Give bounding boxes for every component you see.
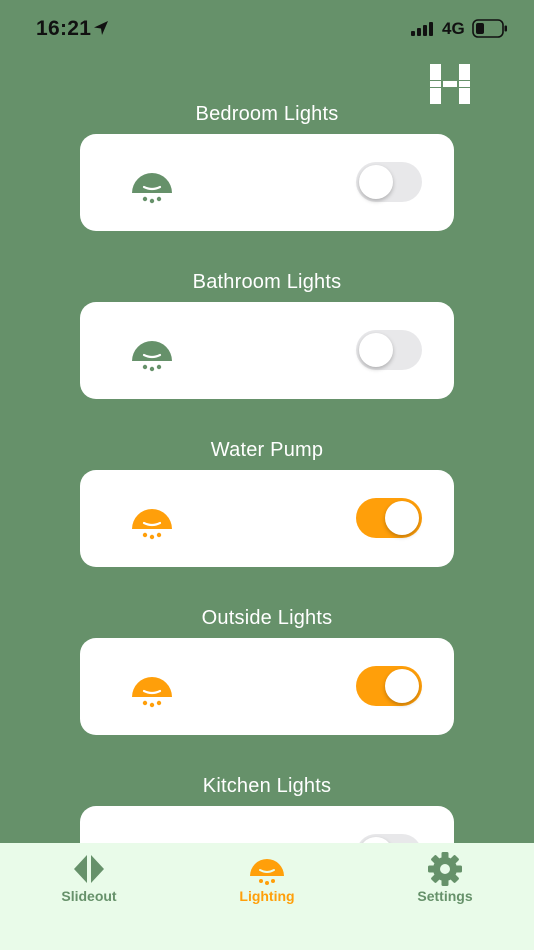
tab-label: Settings: [417, 888, 473, 904]
light-card-bathroom: [80, 302, 454, 399]
light-card-water-pump: [80, 470, 454, 567]
battery-icon: [472, 19, 507, 38]
toggle-bedroom-lights[interactable]: [356, 162, 422, 202]
tab-settings[interactable]: Settings: [385, 843, 505, 923]
gear-icon: [428, 852, 462, 886]
ceiling-light-icon: [250, 859, 284, 885]
light-card-outside: [80, 638, 454, 735]
status-time: 16:21: [36, 17, 92, 40]
ceiling-light-icon: [132, 677, 172, 708]
light-title-outside: Outside Lights: [201, 607, 333, 629]
network-type: 4G: [442, 19, 465, 38]
cellular-signal-icon: [411, 22, 433, 36]
ceiling-light-icon: [132, 173, 172, 204]
light-card-bedroom: [80, 134, 454, 231]
ceiling-light-icon: [132, 341, 172, 372]
toggle-knob: [385, 501, 419, 535]
status-bar: 16:21 4G: [0, 0, 534, 56]
toggle-knob: [359, 333, 393, 367]
light-title-kitchen: Kitchen Lights: [202, 775, 332, 797]
light-title-bathroom: Bathroom Lights: [192, 271, 342, 293]
ceiling-light-icon: [132, 509, 172, 540]
toggle-knob: [385, 669, 419, 703]
toggle-bathroom-lights[interactable]: [356, 330, 422, 370]
slideout-icon: [74, 855, 104, 883]
light-title-water-pump: Water Pump: [210, 439, 324, 461]
toggle-knob: [359, 165, 393, 199]
tab-label: Slideout: [61, 888, 117, 904]
toggle-water-pump[interactable]: [356, 498, 422, 538]
tab-lighting[interactable]: Lighting: [207, 843, 327, 923]
tab-slideout[interactable]: Slideout: [29, 843, 149, 923]
h-logo-icon[interactable]: [430, 64, 470, 104]
location-arrow-icon: [94, 21, 108, 35]
light-title-bedroom: Bedroom Lights: [195, 103, 339, 125]
tab-bar: Slideout Lighting Settings: [0, 843, 534, 950]
tab-label: Lighting: [239, 888, 295, 904]
toggle-outside-lights[interactable]: [356, 666, 422, 706]
